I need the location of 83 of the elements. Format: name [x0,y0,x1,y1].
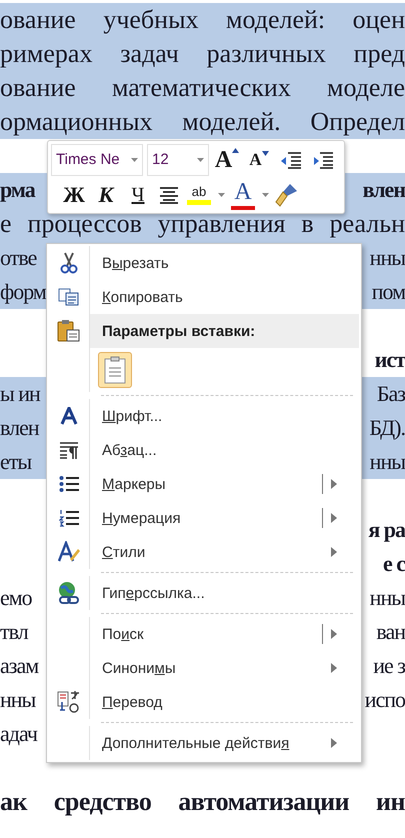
menu-item[interactable]: Дополнительные действия [49,726,359,760]
format-painter-icon [275,182,299,208]
menu-item[interactable]: Вырезать [49,246,359,280]
document-text: ормационных моделей. Определ [0,107,405,137]
decrease-indent-icon [280,150,302,168]
submenu-arrow-icon [331,629,337,639]
document-text: отве [0,245,36,271]
translate-icon [57,690,81,714]
font-name-field[interactable]: Times Ne [51,144,143,176]
dropdown-caret-icon [197,158,204,162]
submenu-arrow-icon [331,663,337,673]
font-color-button[interactable]: A [229,180,257,210]
globe-link-icon [57,581,81,605]
submenu-arrow-icon [331,513,337,523]
document-text: ование математических моделе [0,73,405,103]
document-text: нны [370,449,405,475]
submenu-arrow-icon [331,479,337,489]
highlight-button[interactable]: ab [185,180,213,210]
down-triangle-icon [262,151,269,156]
document-text: нны [0,687,36,713]
document-text: е с [382,551,405,577]
split-divider [322,508,323,528]
copy-icon [58,288,80,306]
center-align-icon [159,186,179,204]
font-icon [60,407,78,425]
document-text: ие з [373,653,405,679]
menu-item[interactable]: Перевод [49,685,359,719]
shrink-font-button[interactable]: A [245,144,273,174]
bullet-list-icon [59,475,79,493]
italic-button[interactable]: К [91,180,121,210]
menu-item[interactable]: Абзац... [49,433,359,467]
split-divider [322,624,323,644]
document-text: испо [364,687,405,713]
dropdown-caret-icon [262,192,268,196]
bold-button[interactable]: Ж [59,180,89,210]
document-text: ист [374,347,405,373]
numbered-list-icon [59,509,79,527]
underline-button[interactable]: Ч [123,180,153,210]
menu-item[interactable]: Гиперссылка... [49,576,359,610]
menu-item[interactable]: Нумерация [49,501,359,535]
font-size-field[interactable]: 12 [147,144,209,176]
document-text: е процессов управления в реальн [0,209,405,239]
document-text: пом [372,279,405,305]
document-text: римерах задач различных пред [0,39,405,69]
up-triangle-icon [232,148,240,152]
document-text: нны [370,585,405,611]
document-text: форм [0,279,46,305]
split-divider [322,474,323,494]
document-text: еты [0,449,32,475]
submenu-arrow-icon [331,738,337,748]
dropdown-caret-icon [218,192,224,196]
increase-indent-icon [312,150,334,168]
menu-item[interactable]: Синонимы [49,651,359,685]
document-text: БД). [369,415,405,441]
menu-item[interactable]: Шрифт... [49,399,359,433]
scissors-icon [60,252,78,274]
paragraph-icon [59,441,79,459]
document-text: рма [0,177,35,203]
styles-icon [58,541,80,563]
paste-option-button[interactable] [98,352,132,388]
document-text: влен [362,177,405,203]
section-header: Параметры вставки: [90,314,359,348]
document-text: ы ин [0,381,40,407]
document-text: Баз [376,381,405,407]
clipboard-icon [57,319,81,343]
dropdown-caret-icon [131,158,138,162]
document-text: азам [0,653,38,679]
menu-item[interactable]: Копировать [49,280,359,314]
clipboard-icon [104,356,126,384]
document-text: нны [370,245,405,271]
document-text: емо [0,585,32,611]
document-text: твл [0,619,28,645]
menu-item[interactable]: Стили [49,535,359,569]
document-text: ван [376,619,405,645]
document-text: ование учебных моделей: оцен [0,5,405,35]
menu-item[interactable]: Поиск [49,617,359,651]
submenu-arrow-icon [331,547,337,557]
menu-item[interactable]: Маркеры [49,467,359,501]
grow-font-button[interactable]: A [213,144,241,174]
document-text: я ра [368,517,405,543]
document-text: ак средство автоматизации ин [0,787,405,817]
document-text: адач [0,721,37,747]
document-text: влен [0,415,39,441]
